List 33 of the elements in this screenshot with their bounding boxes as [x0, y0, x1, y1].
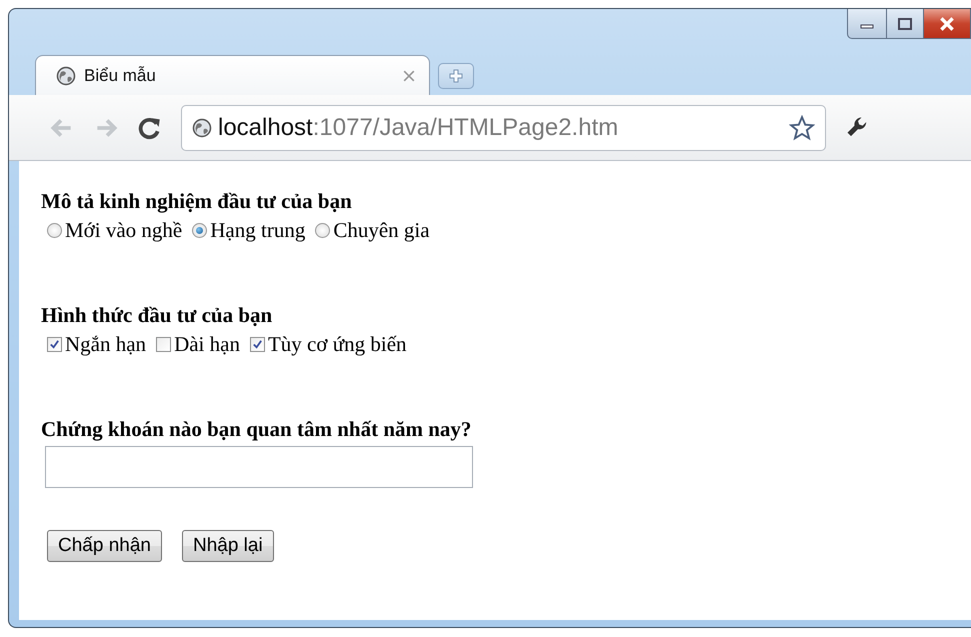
radio-button[interactable] — [47, 223, 62, 238]
checkbox[interactable] — [156, 337, 172, 352]
close-icon[interactable] — [403, 70, 415, 82]
question-heading: Hình thức đầu tư của bạn — [41, 303, 272, 328]
maximize-icon — [897, 16, 913, 30]
form-button[interactable]: Chấp nhận — [47, 530, 162, 562]
option-label: Hạng trung — [210, 218, 306, 243]
plus-icon — [449, 69, 463, 83]
option-label: Ngắn hạn — [65, 332, 146, 357]
url-text: localhost:1077/Java/HTMLPage2.htm — [218, 114, 620, 142]
globe-icon — [56, 66, 76, 86]
globe-icon — [192, 118, 212, 138]
checkbox[interactable] — [47, 337, 62, 352]
option-label: Dài hạn — [174, 332, 240, 357]
radio-button[interactable] — [315, 223, 330, 238]
question-heading: Mô tả kinh nghiệm đầu tư của bạn — [41, 189, 352, 214]
option-label: Mới vào nghề — [65, 218, 182, 243]
tab-title: Biểu mẫu — [84, 66, 157, 86]
text-field[interactable] — [45, 446, 473, 488]
close-icon — [938, 16, 956, 32]
form-button[interactable]: Nhập lại — [182, 530, 274, 562]
close-button[interactable] — [924, 9, 971, 39]
maximize-button[interactable] — [887, 9, 924, 39]
minimize-button[interactable] — [847, 9, 887, 39]
question-heading: Chứng khoán nào bạn quan tâm nhất năm nay? — [41, 417, 472, 442]
new-tab-button[interactable] — [438, 63, 474, 89]
star-icon[interactable] — [789, 114, 815, 140]
address-bar[interactable]: localhost:1077/Java/HTMLPage2.htm — [181, 104, 826, 150]
radio-button[interactable] — [192, 223, 208, 238]
checkbox[interactable] — [250, 337, 265, 352]
option-label: Tùy cơ ứng biến — [268, 332, 407, 357]
browser-tab[interactable]: Biểu mẫu — [35, 55, 430, 95]
option-label: Chuyên gia — [333, 218, 430, 243]
